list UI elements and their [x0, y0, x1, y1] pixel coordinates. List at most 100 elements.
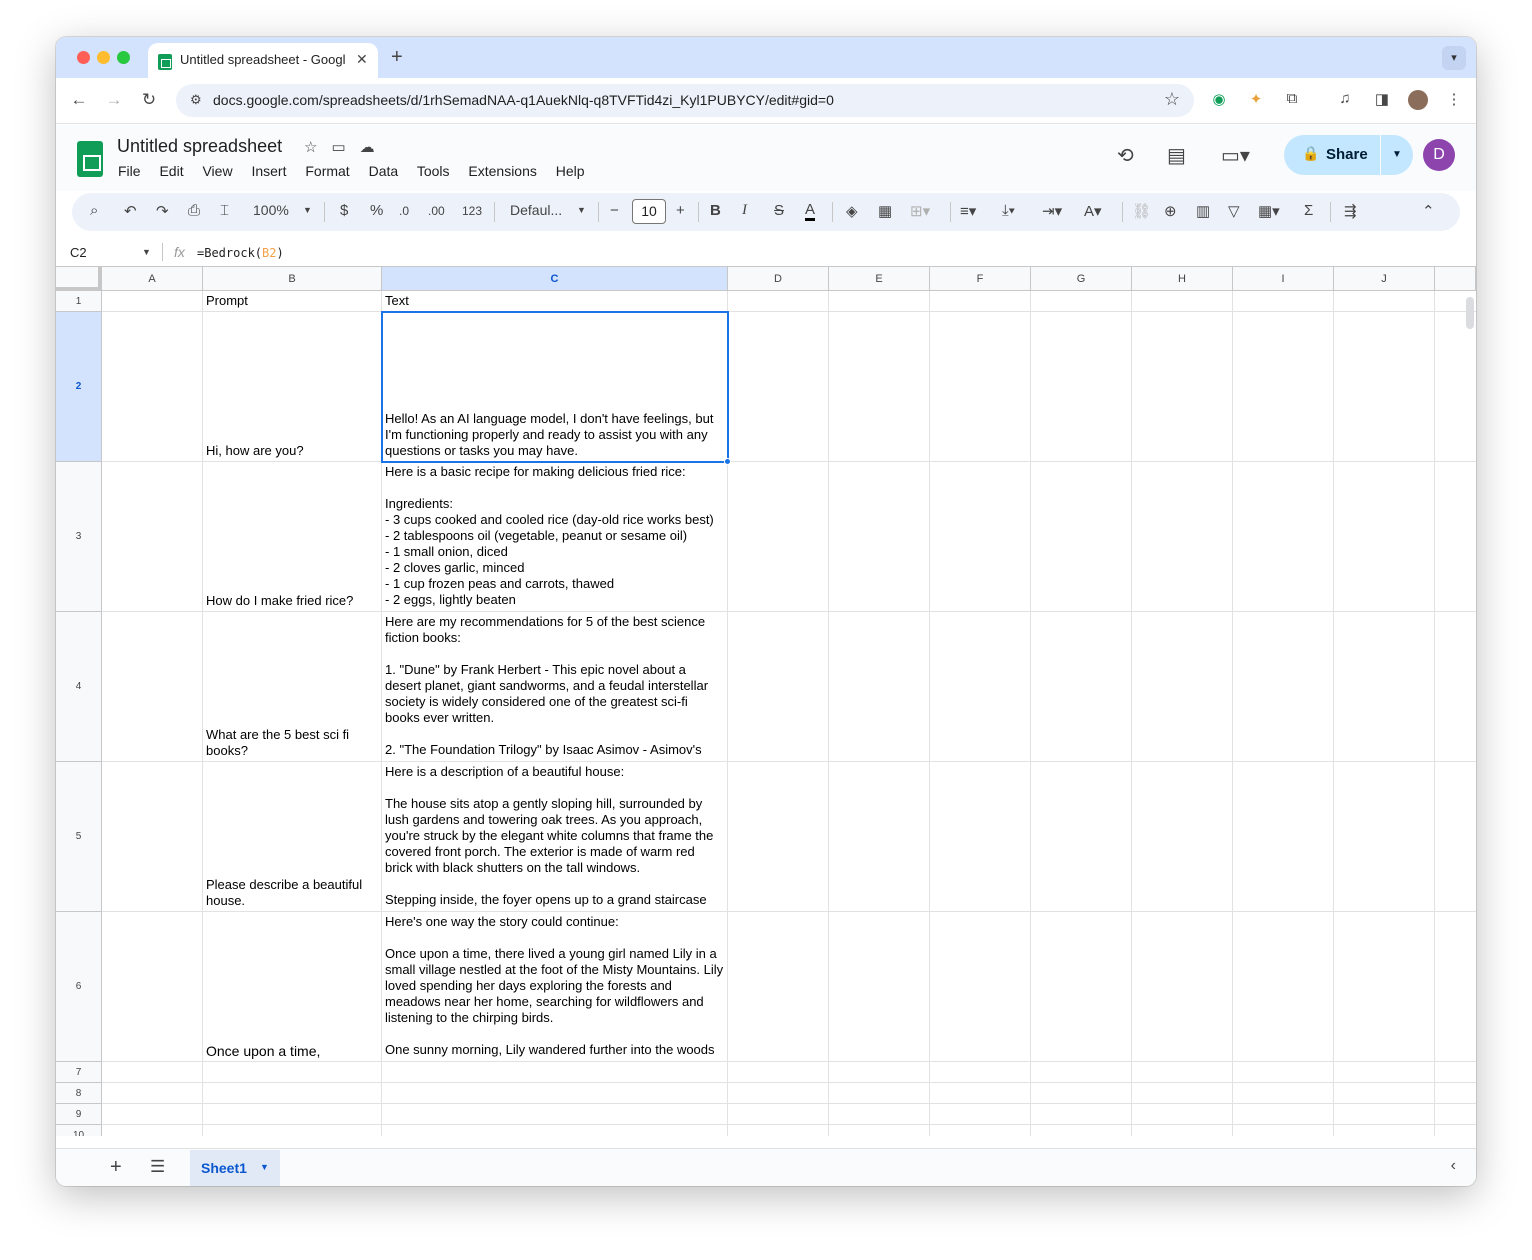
select-all-corner[interactable]: [56, 267, 102, 291]
maximize-window-button[interactable]: [117, 51, 130, 64]
menu-extensions[interactable]: Extensions: [468, 163, 536, 179]
collapse-menus-icon[interactable]: ⌃: [1422, 202, 1435, 220]
menu-file[interactable]: File: [118, 163, 141, 179]
text-wrapping-icon[interactable]: ⇥▾: [1042, 202, 1062, 220]
percent-format-button[interactable]: %: [370, 202, 383, 219]
text-rotation-icon[interactable]: A▾: [1084, 202, 1102, 220]
row-header-5[interactable]: 5: [56, 762, 102, 912]
column-header-c[interactable]: C: [382, 267, 728, 291]
italic-button[interactable]: I: [742, 202, 747, 219]
cloud-saved-icon[interactable]: ☁: [360, 139, 389, 156]
meet-video-icon[interactable]: ▭▾: [1221, 143, 1250, 168]
row-header-8[interactable]: 8: [56, 1083, 102, 1104]
insert-link-icon[interactable]: ⛓: [1132, 202, 1151, 220]
forward-arrow-icon[interactable]: →: [103, 90, 125, 110]
insert-chart-icon[interactable]: ▥: [1196, 202, 1210, 220]
sheet-tab-dropdown-icon[interactable]: ▼: [260, 1162, 269, 1172]
print-icon[interactable]: ⎙: [188, 202, 200, 219]
site-settings-icon[interactable]: ⚙: [190, 92, 202, 108]
menu-tools[interactable]: Tools: [417, 163, 450, 179]
more-formats-button[interactable]: 123: [462, 204, 482, 218]
media-control-icon[interactable]: ♫: [1335, 90, 1355, 110]
filter-views-icon[interactable]: ▦▾: [1258, 202, 1280, 220]
column-header-d[interactable]: D: [728, 267, 829, 291]
zoom-select[interactable]: 100%: [253, 202, 289, 218]
add-sheet-button[interactable]: +: [110, 1156, 122, 1179]
side-panel-icon[interactable]: ◨: [1372, 90, 1392, 110]
row-header-7[interactable]: 7: [56, 1062, 102, 1083]
name-box[interactable]: C2: [70, 245, 87, 260]
formula-input[interactable]: =Bedrock(B2): [197, 246, 284, 260]
column-header-e[interactable]: E: [829, 267, 930, 291]
profile-avatar-icon[interactable]: [1408, 90, 1428, 110]
bookmark-star-icon[interactable]: ☆: [1164, 89, 1180, 110]
filter-icon[interactable]: ▽: [1228, 202, 1240, 220]
menu-data[interactable]: Data: [369, 163, 399, 179]
document-title[interactable]: Untitled spreadsheet: [117, 136, 282, 157]
zoom-dropdown-icon[interactable]: ▼: [303, 205, 312, 215]
tab-close-icon[interactable]: ✕: [356, 51, 368, 68]
new-tab-button[interactable]: +: [391, 46, 403, 69]
star-icon[interactable]: ☆: [304, 139, 331, 156]
row-header-9[interactable]: 9: [56, 1104, 102, 1125]
close-window-button[interactable]: [77, 51, 90, 64]
puzzle-extensions-icon[interactable]: ⧉: [1282, 90, 1302, 110]
font-size-input[interactable]: 10: [632, 199, 666, 224]
version-history-icon[interactable]: ⟲: [1117, 143, 1134, 168]
column-header-i[interactable]: I: [1233, 267, 1334, 291]
row-header-4[interactable]: 4: [56, 612, 102, 762]
comments-icon[interactable]: ▤: [1167, 143, 1186, 168]
menu-edit[interactable]: Edit: [159, 163, 183, 179]
address-bar[interactable]: ⚙ docs.google.com/spreadsheets/d/1rhSema…: [176, 84, 1194, 117]
undo-icon[interactable]: ↶: [124, 202, 137, 220]
merge-cells-icon[interactable]: ⊞▾: [910, 202, 930, 220]
font-dropdown-icon[interactable]: ▼: [577, 205, 586, 215]
row-header-10[interactable]: 10: [56, 1125, 102, 1136]
tab-search-icon[interactable]: ▾: [1442, 46, 1466, 70]
extension-icon[interactable]: ◉: [1209, 90, 1229, 110]
column-header-g[interactable]: G: [1031, 267, 1132, 291]
all-sheets-icon[interactable]: ☰: [150, 1157, 165, 1177]
browser-tab-active[interactable]: Untitled spreadsheet - Google Sheets ✕: [148, 43, 378, 78]
row-header-1[interactable]: 1: [56, 291, 102, 312]
extension-icon[interactable]: ✦: [1246, 90, 1266, 110]
vertical-scrollbar[interactable]: [1466, 297, 1474, 329]
name-box-dropdown-icon[interactable]: ▼: [142, 247, 151, 257]
share-button[interactable]: 🔒 Share: [1284, 135, 1380, 175]
minimize-window-button[interactable]: [97, 51, 110, 64]
move-folder-icon[interactable]: ▭: [331, 139, 359, 156]
search-menus-icon[interactable]: ⌕: [90, 202, 98, 219]
redo-icon[interactable]: ↷: [156, 202, 169, 220]
row-header-6[interactable]: 6: [56, 912, 102, 1062]
borders-icon[interactable]: ▦: [878, 202, 892, 220]
menu-insert[interactable]: Insert: [251, 163, 286, 179]
sheets-logo-icon[interactable]: [77, 141, 103, 177]
sheet-tab-sheet1[interactable]: Sheet1 ▼: [190, 1150, 280, 1186]
column-header-j[interactable]: J: [1334, 267, 1435, 291]
explore-collapse-icon[interactable]: ‹: [1451, 1157, 1456, 1175]
font-select[interactable]: Defaul...: [510, 202, 562, 218]
back-arrow-icon[interactable]: ←: [68, 90, 90, 110]
menu-format[interactable]: Format: [305, 163, 349, 179]
browser-menu-icon[interactable]: ⋮: [1444, 90, 1464, 110]
bold-button[interactable]: B: [710, 202, 721, 219]
column-header-h[interactable]: H: [1132, 267, 1233, 291]
column-header-b[interactable]: B: [203, 267, 382, 291]
column-header-a[interactable]: A: [102, 267, 203, 291]
column-header-f[interactable]: F: [930, 267, 1031, 291]
extension-addon-icon[interactable]: ⇶: [1344, 202, 1357, 220]
menu-help[interactable]: Help: [556, 163, 585, 179]
text-color-button[interactable]: A: [805, 202, 816, 221]
decrease-decimal-button[interactable]: .0: [399, 204, 409, 218]
increase-font-size-button[interactable]: +: [676, 202, 685, 219]
paint-format-icon[interactable]: ⌶: [220, 202, 229, 219]
share-dropdown-icon[interactable]: ▼: [1381, 135, 1413, 175]
decrease-font-size-button[interactable]: −: [610, 202, 619, 219]
increase-decimal-button[interactable]: .00: [428, 204, 445, 218]
currency-format-button[interactable]: $: [340, 202, 348, 219]
fill-handle[interactable]: [724, 458, 731, 465]
strikethrough-button[interactable]: S: [774, 202, 784, 219]
fill-color-icon[interactable]: ◈: [846, 202, 858, 220]
menu-view[interactable]: View: [202, 163, 232, 179]
functions-icon[interactable]: Σ: [1304, 202, 1313, 219]
